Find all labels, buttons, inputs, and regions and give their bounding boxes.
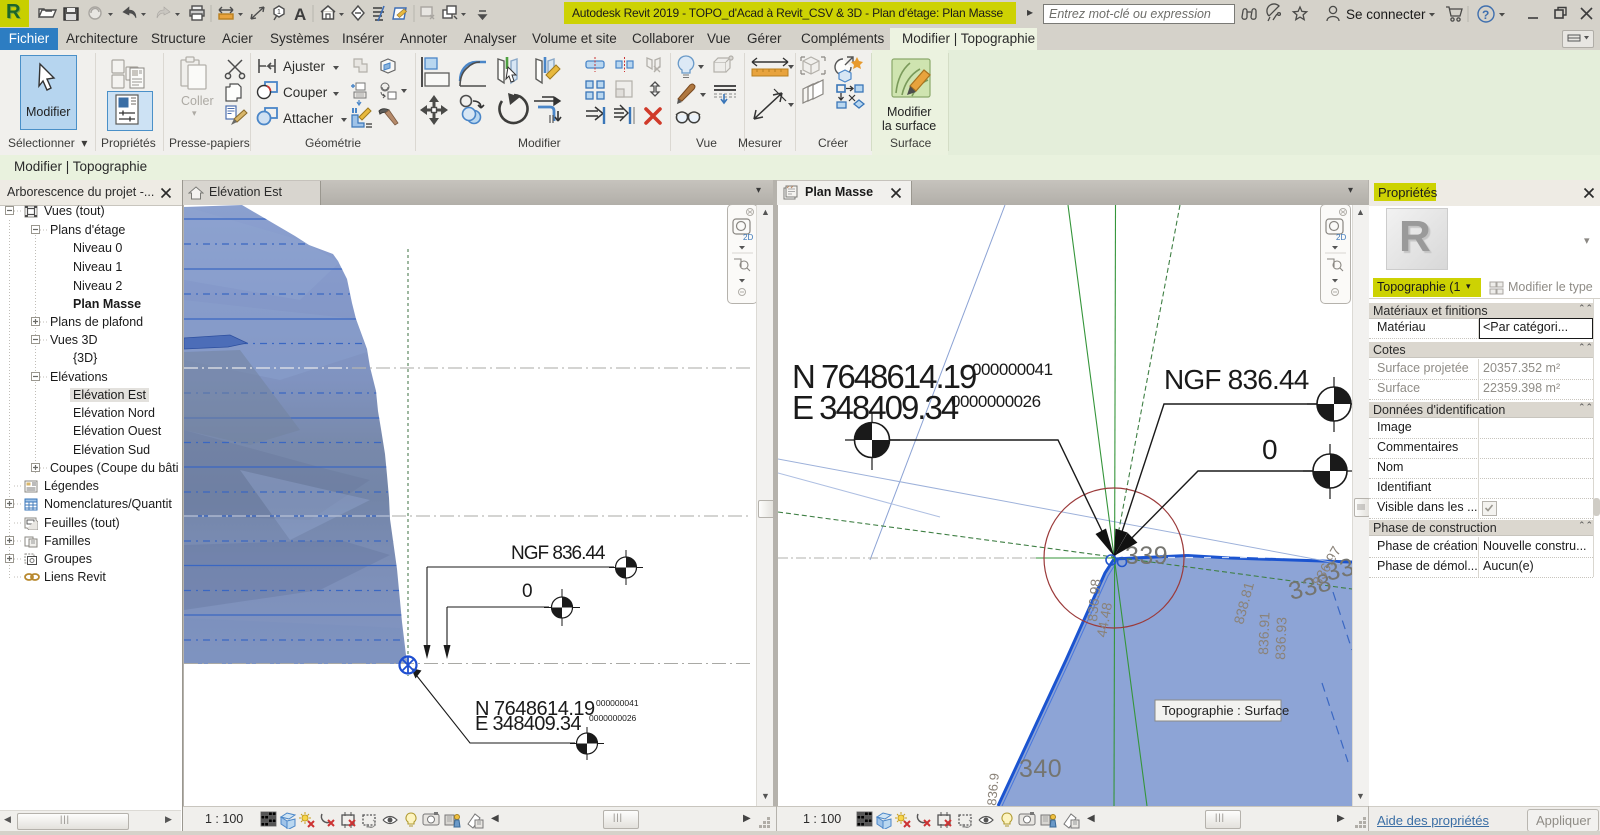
svg-text:0: 0 — [1262, 434, 1278, 465]
svg-text:000000041: 000000041 — [972, 360, 1053, 379]
svg-text:Ajuster: Ajuster — [283, 59, 326, 74]
svg-text:340: 340 — [1019, 755, 1062, 783]
svg-text:836.93: 836.93 — [1272, 617, 1289, 661]
svg-text:0000000026: 0000000026 — [589, 713, 637, 723]
svg-text:?: ? — [1482, 8, 1489, 22]
svg-text:Couper: Couper — [283, 85, 328, 100]
svg-text:A: A — [294, 5, 306, 24]
svg-text:0: 0 — [522, 581, 533, 602]
svg-text:0000000026: 0000000026 — [951, 392, 1041, 411]
svg-text:836.9: 836.9 — [984, 773, 1002, 806]
svg-text:Se connecter: Se connecter — [1346, 7, 1426, 22]
svg-text:E 348409.34: E 348409.34 — [792, 389, 959, 426]
svg-text:Attacher: Attacher — [283, 111, 334, 126]
svg-text:Topographie : Surface: Topographie : Surface — [1162, 703, 1289, 718]
svg-text:836.91: 836.91 — [1255, 612, 1272, 656]
svg-text:1: 1 — [277, 9, 281, 16]
svg-text:339: 339 — [1125, 542, 1168, 570]
svg-text:2D: 2D — [743, 233, 753, 242]
svg-text:E 348409.34: E 348409.34 — [475, 713, 581, 735]
svg-text:NGF 836.44: NGF 836.44 — [1164, 364, 1309, 395]
svg-text:000000041: 000000041 — [596, 698, 639, 708]
svg-text:2D: 2D — [1336, 233, 1346, 242]
svg-text:NGF 836.44: NGF 836.44 — [511, 543, 606, 564]
